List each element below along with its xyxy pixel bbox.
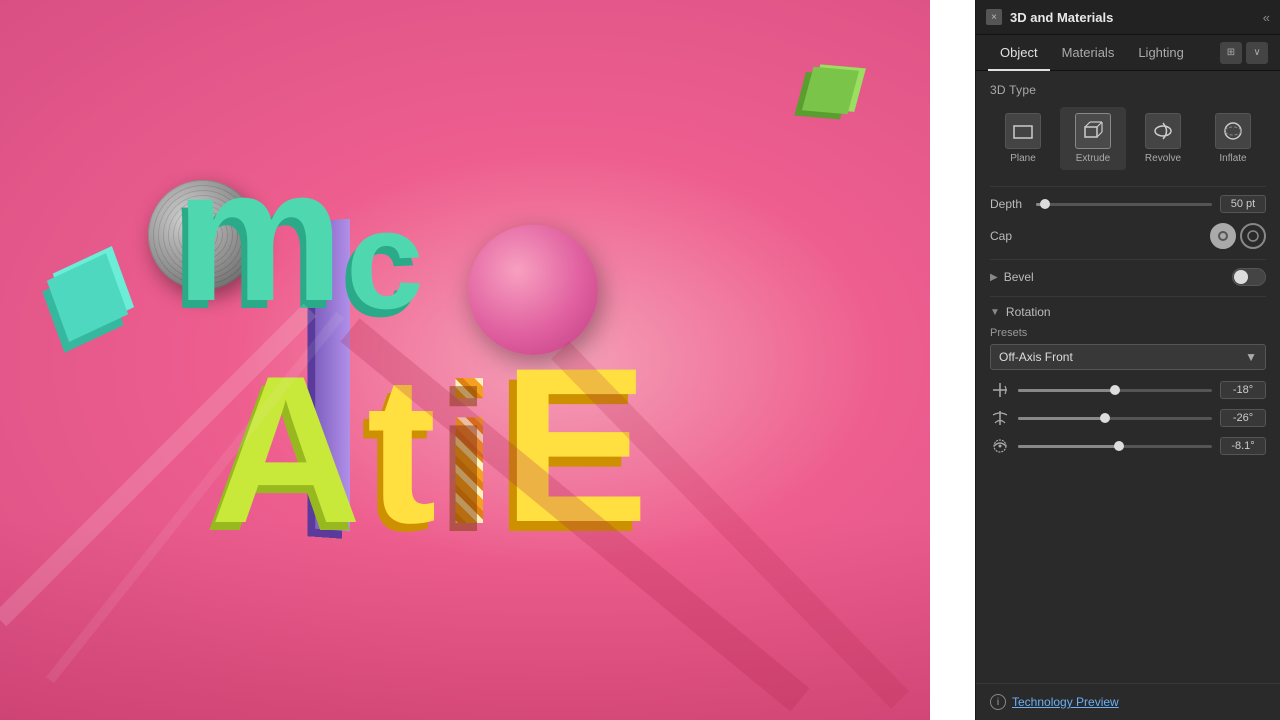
axis-z-fill — [1018, 445, 1119, 448]
letter-c: c — [346, 190, 424, 330]
panel-3d-materials: × 3D and Materials « Object Materials Li… — [975, 0, 1280, 720]
tab-materials[interactable]: Materials — [1050, 35, 1127, 71]
tech-preview-bar: i Technology Preview — [976, 683, 1280, 720]
preset-value: Off-Axis Front — [999, 350, 1073, 364]
bevel-row[interactable]: ▶ Bevel — [990, 268, 1266, 286]
letter-e: E — [502, 335, 649, 555]
inflate-label: Inflate — [1219, 153, 1246, 164]
type-inflate[interactable]: Inflate — [1200, 107, 1266, 170]
extrude-icon — [1075, 113, 1111, 149]
axis-y-fill — [1018, 417, 1105, 420]
revolve-label: Revolve — [1145, 153, 1181, 164]
rotation-header[interactable]: ▼ Rotation — [990, 305, 1266, 319]
axis-x-fill — [1018, 389, 1115, 392]
rotation-chevron: ▼ — [990, 307, 1000, 318]
canvas-area: m c A t i E — [0, 0, 930, 720]
axis-x-icon — [990, 380, 1010, 400]
cap-row: Cap — [990, 223, 1266, 249]
axis-y-row: -26° — [990, 408, 1266, 428]
info-letter: i — [997, 697, 999, 708]
tech-preview-link[interactable]: Technology Preview — [1012, 695, 1119, 709]
panel-content: 3D Type Plane — [976, 71, 1280, 683]
cap-buttons — [1210, 223, 1266, 249]
axis-x-value[interactable]: -18° — [1220, 381, 1266, 399]
letter-a: A — [210, 345, 362, 555]
axis-z-value[interactable]: -8.1° — [1220, 437, 1266, 455]
tab-icon-chevron[interactable]: ∨ — [1246, 42, 1268, 64]
text-row-1: m c — [175, 140, 424, 330]
panel-collapse-button[interactable]: « — [1263, 10, 1270, 25]
depth-slider-thumb[interactable] — [1040, 199, 1050, 209]
axis-z-slider[interactable] — [1018, 445, 1212, 448]
depth-label: Depth — [990, 197, 1028, 211]
axis-y-slider[interactable] — [1018, 417, 1212, 420]
letter-t: t — [367, 345, 437, 555]
axis-z-icon — [990, 436, 1010, 456]
cap-button-1[interactable] — [1210, 223, 1236, 249]
cap-label: Cap — [990, 229, 1210, 243]
tab-icon-grid[interactable]: ⊞ — [1220, 42, 1242, 64]
type-extrude[interactable]: Extrude — [1060, 107, 1126, 170]
axis-z-row: -8.1° — [990, 436, 1266, 456]
letter-m: m — [175, 140, 344, 330]
plane-label: Plane — [1010, 153, 1036, 164]
preset-chevron: ▼ — [1245, 350, 1257, 364]
type-grid: Plane Extrude — [990, 107, 1266, 170]
presets-dropdown[interactable]: Off-Axis Front ▼ — [990, 344, 1266, 370]
axis-x-thumb[interactable] — [1110, 385, 1120, 395]
depth-row: Depth 50 pt — [990, 195, 1266, 213]
axis-z-thumb[interactable] — [1114, 441, 1124, 451]
axis-x-row: -18° — [990, 380, 1266, 400]
cap-button-2[interactable] — [1240, 223, 1266, 249]
panel-titlebar: × 3D and Materials « — [976, 0, 1280, 35]
depth-slider[interactable] — [1036, 203, 1212, 206]
axis-x-slider[interactable] — [1018, 389, 1212, 392]
type-section-label: 3D Type — [990, 83, 1266, 97]
axis-y-thumb[interactable] — [1100, 413, 1110, 423]
tab-object[interactable]: Object — [988, 35, 1050, 71]
rotation-label: Rotation — [1006, 305, 1266, 319]
plane-icon — [1005, 113, 1041, 149]
depth-value[interactable]: 50 pt — [1220, 195, 1266, 213]
bevel-label: Bevel — [1004, 270, 1232, 284]
type-plane[interactable]: Plane — [990, 107, 1056, 170]
info-icon: i — [990, 694, 1006, 710]
presets-label: Presets — [990, 327, 1266, 339]
inflate-icon — [1215, 113, 1251, 149]
panel-title: 3D and Materials — [1010, 10, 1263, 25]
extrude-label: Extrude — [1076, 153, 1110, 164]
panel-tabs: Object Materials Lighting ⊞ ∨ — [976, 35, 1280, 71]
panel-close-button[interactable]: × — [986, 9, 1002, 25]
axis-y-value[interactable]: -26° — [1220, 409, 1266, 427]
tab-icons: ⊞ ∨ — [1220, 42, 1268, 64]
bevel-toggle[interactable] — [1232, 268, 1266, 286]
divider-3 — [990, 296, 1266, 297]
divider-2 — [990, 259, 1266, 260]
letter-i: i — [442, 355, 498, 555]
revolve-icon — [1145, 113, 1181, 149]
bevel-toggle-knob — [1234, 270, 1248, 284]
bevel-chevron: ▶ — [990, 272, 998, 283]
type-revolve[interactable]: Revolve — [1130, 107, 1196, 170]
divider-1 — [990, 186, 1266, 187]
tab-lighting[interactable]: Lighting — [1126, 35, 1196, 71]
text-row-2: A t i E — [210, 330, 649, 555]
axis-y-icon — [990, 408, 1010, 428]
